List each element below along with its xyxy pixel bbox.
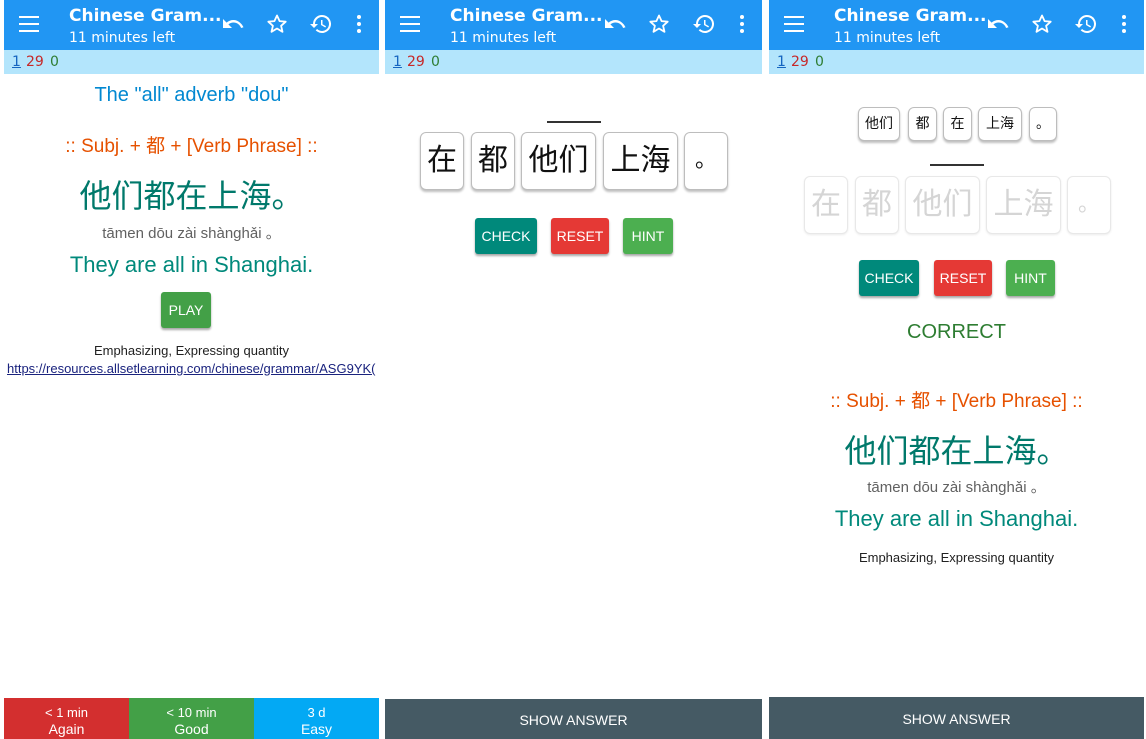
history-icon[interactable] <box>309 12 333 36</box>
card-heading: The "all" adverb "dou" <box>94 84 289 106</box>
grammar-tags: Emphasizing, Expressing quantity <box>858 550 1055 565</box>
undo-icon[interactable] <box>986 12 1010 36</box>
card-counts: 1 29 0 <box>4 50 379 74</box>
word-tile[interactable]: 他们 <box>521 132 596 190</box>
good-label: Good <box>174 721 209 737</box>
word-tile[interactable]: 在 <box>420 132 464 190</box>
menu-icon[interactable] <box>400 16 420 34</box>
used-word-tile: 上海 <box>986 176 1061 234</box>
review-count: 0 <box>50 54 59 70</box>
used-word-tile: 在 <box>804 176 848 234</box>
good-button[interactable]: < 10 min Good <box>129 698 254 739</box>
deck-title: Chinese Gram... <box>834 6 987 26</box>
review-screen-question: Chinese Gram... 11 minutes left 1 29 0 在… <box>385 0 762 739</box>
deck-title: Chinese Gram... <box>450 6 603 26</box>
history-icon[interactable] <box>1074 12 1098 36</box>
grammar-pattern: :: Subj. + 都 + [Verb Phrase] :: <box>830 391 1083 412</box>
learning-count: 29 <box>791 54 809 70</box>
grammar-tags: Emphasizing, Expressing quantity <box>93 343 290 358</box>
app-toolbar: Chinese Gram... 11 minutes left <box>385 0 762 50</box>
time-left: 11 minutes left <box>69 30 176 46</box>
menu-icon[interactable] <box>784 16 804 34</box>
show-answer-button[interactable]: SHOW ANSWER <box>769 697 1144 739</box>
easy-label: Easy <box>300 721 333 737</box>
hint-button[interactable]: HINT <box>1006 260 1055 296</box>
card-counts: 1 29 0 <box>769 50 1144 74</box>
again-interval: < 1 min <box>45 705 88 720</box>
learning-count: 29 <box>407 54 425 70</box>
placed-tile[interactable]: 。 <box>1029 107 1057 141</box>
english-translation: They are all in Shanghai. <box>834 506 1079 531</box>
review-screen-answer: Chinese Gram... 11 minutes left 1 29 0 T… <box>4 0 379 739</box>
check-button[interactable]: CHECK <box>475 218 537 254</box>
deck-title: Chinese Gram... <box>69 6 222 26</box>
placed-tile[interactable]: 都 <box>908 107 937 141</box>
card-counts: 1 29 0 <box>385 50 762 74</box>
new-count[interactable]: 1 <box>12 54 21 70</box>
pinyin: tāmen dōu zài shànghǎi 。 <box>102 225 281 242</box>
reset-button[interactable]: RESET <box>551 218 609 254</box>
learning-count: 29 <box>26 54 44 70</box>
again-button[interactable]: < 1 min Again <box>4 698 129 739</box>
reset-button[interactable]: RESET <box>934 260 992 296</box>
new-count[interactable]: 1 <box>393 54 402 70</box>
good-interval: < 10 min <box>166 705 217 720</box>
star-icon[interactable] <box>265 12 289 36</box>
app-toolbar: Chinese Gram... 11 minutes left <box>4 0 379 50</box>
word-tile[interactable]: 。 <box>684 132 728 190</box>
hint-button[interactable]: HINT <box>623 218 673 254</box>
more-vert-icon[interactable] <box>1112 12 1136 36</box>
show-answer-button[interactable]: SHOW ANSWER <box>385 699 762 739</box>
check-button[interactable]: CHECK <box>859 260 919 296</box>
answer-blank <box>930 164 984 166</box>
undo-icon[interactable] <box>221 12 245 36</box>
history-icon[interactable] <box>692 12 716 36</box>
review-screen-correct: Chinese Gram... 11 minutes left 1 29 0 他… <box>769 0 1144 739</box>
review-count: 0 <box>815 54 824 70</box>
placed-tile[interactable]: 在 <box>943 107 972 141</box>
used-word-tile: 都 <box>855 176 899 234</box>
new-count[interactable]: 1 <box>777 54 786 70</box>
used-word-tile: 他们 <box>905 176 980 234</box>
chinese-sentence: 他们都在上海。 <box>79 177 304 215</box>
app-toolbar: Chinese Gram... 11 minutes left <box>769 0 1144 50</box>
answer-buttons: < 1 min Again < 10 min Good 3 d Easy <box>4 698 379 739</box>
again-label: Again <box>48 721 85 737</box>
easy-button[interactable]: 3 d Easy <box>254 698 379 739</box>
menu-icon[interactable] <box>19 16 39 34</box>
more-vert-icon[interactable] <box>347 12 371 36</box>
undo-icon[interactable] <box>603 12 627 36</box>
placed-tile[interactable]: 他们 <box>858 107 900 141</box>
more-vert-icon[interactable] <box>730 12 754 36</box>
time-left: 11 minutes left <box>834 30 941 46</box>
word-tile[interactable]: 都 <box>471 132 515 190</box>
word-tile[interactable]: 上海 <box>603 132 678 190</box>
pinyin: tāmen dōu zài shànghǎi 。 <box>867 479 1046 496</box>
review-count: 0 <box>431 54 440 70</box>
time-left: 11 minutes left <box>450 30 557 46</box>
grammar-pattern: :: Subj. + 都 + [Verb Phrase] :: <box>65 136 318 157</box>
used-word-tile: 。 <box>1067 176 1111 234</box>
play-button[interactable]: PLAY <box>161 292 211 328</box>
placed-tile[interactable]: 上海 <box>978 107 1022 141</box>
grammar-link[interactable]: https://resources.allsetlearning.com/chi… <box>7 361 376 376</box>
star-icon[interactable] <box>1030 12 1054 36</box>
chinese-sentence: 他们都在上海。 <box>844 432 1069 470</box>
english-translation: They are all in Shanghai. <box>69 252 314 277</box>
answer-blank <box>547 121 601 123</box>
star-icon[interactable] <box>647 12 671 36</box>
easy-interval: 3 d <box>307 705 326 720</box>
result-message: CORRECT <box>907 321 1006 343</box>
